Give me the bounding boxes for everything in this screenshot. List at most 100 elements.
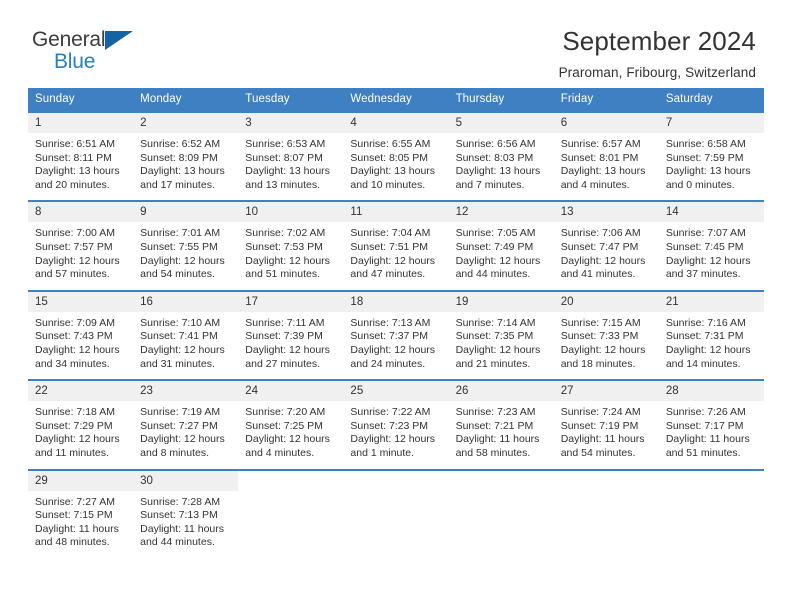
day-sun-info: Sunrise: 7:00 AM Sunset: 7:57 PM Daylight:…: [28, 222, 133, 289]
day-daylight2-text: and 48 minutes.: [35, 536, 110, 549]
calendar-day-cell[interactable]: 13 Sunrise: 7:06 AM Sunset: 7:47 PM Dayligh…: [553, 200, 659, 291]
calendar-cell-empty: [553, 468, 659, 558]
calendar-day-cell[interactable]: 15 Sunrise: 7:09 AM Sunset: 7:43 PM Dayligh…: [28, 289, 134, 381]
page-title: September 2024: [562, 26, 756, 56]
calendar-week-row: 8 Sunrise: 7:00 AM Sunset: 7:57 PM Daylight…: [28, 200, 764, 291]
calendar-day-cell[interactable]: 3 Sunrise: 6:53 AM Sunset: 8:07 PM Daylight…: [238, 110, 344, 202]
calendar-day-cell[interactable]: 24 Sunrise: 7:20 AM Sunset: 7:25 PM Dayligh…: [238, 379, 344, 470]
day-sunrise-text: Sunrise: 7:10 AM: [140, 316, 221, 329]
calendar-day-cell[interactable]: 7 Sunrise: 6:58 AM Sunset: 7:59 PM Daylight…: [658, 110, 764, 202]
calendar-cell-empty: [448, 468, 554, 558]
calendar-day-cell[interactable]: 10 Sunrise: 7:02 AM Sunset: 7:53 PM Dayligh…: [238, 200, 344, 291]
calendar-day-cell[interactable]: 14 Sunrise: 7:07 AM Sunset: 7:45 PM Dayligh…: [658, 200, 764, 291]
day-daylight2-text: and 14 minutes.: [665, 357, 741, 370]
day-number: 13: [553, 202, 659, 223]
calendar-day-cell[interactable]: 11 Sunrise: 7:04 AM Sunset: 7:51 PM Dayligh…: [343, 200, 449, 291]
day-sunset-text: Sunset: 7:47 PM: [560, 240, 639, 253]
day-sun-info: Sunrise: 7:04 AM Sunset: 7:51 PM Daylight:…: [343, 222, 448, 289]
calendar-day-cell[interactable]: 4 Sunrise: 6:55 AM Sunset: 8:05 PM Daylight…: [343, 110, 449, 202]
weekday-header-tuesday: Tuesday: [238, 88, 344, 112]
day-daylight1-text: Daylight: 12 hours: [665, 343, 751, 356]
day-sun-info: Sunrise: 7:23 AM Sunset: 7:21 PM Daylight:…: [449, 401, 554, 468]
day-sun-info: Sunrise: 7:15 AM Sunset: 7:33 PM Daylight:…: [554, 312, 659, 379]
day-number: 29: [28, 470, 134, 491]
day-number: 7: [658, 113, 764, 133]
calendar-day-cell[interactable]: 28 Sunrise: 7:26 AM Sunset: 7:17 PM Dayligh…: [658, 379, 764, 470]
day-daylight2-text: and 34 minutes.: [35, 357, 110, 370]
calendar-day-cell[interactable]: 1 Sunrise: 6:51 AM Sunset: 8:11 PM Daylight…: [28, 110, 134, 202]
calendar-day-cell[interactable]: 26 Sunrise: 7:23 AM Sunset: 7:21 PM Dayligh…: [448, 379, 554, 470]
day-daylight2-text: and 17 minutes.: [140, 178, 215, 191]
day-sunset-text: Sunset: 7:41 PM: [140, 330, 218, 343]
day-sunrise-text: Sunrise: 7:05 AM: [455, 227, 536, 240]
day-sunset-text: Sunset: 7:23 PM: [350, 419, 429, 432]
day-daylight2-text: and 37 minutes.: [665, 268, 741, 281]
calendar-day-cell[interactable]: 22 Sunrise: 7:18 AM Sunset: 7:29 PM Dayligh…: [28, 379, 134, 470]
calendar-header-row: Sunday Monday Tuesday Wednesday Thursday Frid…: [28, 88, 764, 112]
day-sun-info: [554, 491, 659, 504]
calendar-day-cell[interactable]: 19 Sunrise: 7:14 AM Sunset: 7:35 PM Dayligh…: [448, 289, 554, 381]
calendar-day-cell[interactable]: 16 Sunrise: 7:10 AM Sunset: 7:41 PM Dayligh…: [133, 289, 239, 381]
generalblue-logo[interactable]: General Blue: [32, 26, 162, 72]
calendar-week-row: 15 Sunrise: 7:09 AM Sunset: 7:43 PM Dayligh…: [28, 289, 764, 381]
day-sunset-text: Sunset: 8:03 PM: [455, 151, 534, 164]
day-sunrise-text: Sunrise: 6:52 AM: [140, 138, 221, 150]
calendar-day-cell[interactable]: 21 Sunrise: 7:16 AM Sunset: 7:31 PM Dayligh…: [658, 289, 764, 381]
day-sun-info: Sunrise: 7:26 AM Sunset: 7:17 PM Daylight:…: [659, 401, 764, 468]
day-daylight1-text: Daylight: 13 hours: [35, 165, 120, 178]
day-sunset-text: Sunset: 7:49 PM: [455, 240, 534, 253]
calendar-day-cell[interactable]: 27 Sunrise: 7:24 AM Sunset: 7:19 PM Dayligh…: [553, 379, 659, 470]
calendar-cell-empty: [658, 468, 764, 558]
calendar-day-cell[interactable]: 12 Sunrise: 7:05 AM Sunset: 7:49 PM Dayligh…: [448, 200, 554, 291]
day-daylight2-text: and 41 minutes.: [560, 268, 636, 281]
day-daylight1-text: Daylight: 13 hours: [140, 165, 225, 178]
day-sunrise-text: Sunrise: 7:27 AM: [35, 495, 115, 508]
calendar-day-cell[interactable]: 25 Sunrise: 7:22 AM Sunset: 7:23 PM Dayligh…: [343, 379, 449, 470]
day-daylight1-text: Daylight: 12 hours: [350, 433, 436, 446]
day-number: 18: [343, 291, 449, 312]
day-sunrise-text: Sunrise: 7:07 AM: [665, 227, 746, 240]
calendar-day-cell[interactable]: 30 Sunrise: 7:28 AM Sunset: 7:13 PM Dayligh…: [133, 468, 239, 558]
logo-triangle-icon: [105, 31, 133, 50]
weekday-header-monday: Monday: [133, 88, 239, 112]
calendar-day-cell[interactable]: 20 Sunrise: 7:15 AM Sunset: 7:33 PM Dayligh…: [553, 289, 659, 381]
day-daylight1-text: Daylight: 12 hours: [560, 343, 646, 356]
day-daylight2-text: and 44 minutes.: [455, 268, 531, 281]
calendar-cell-empty: [238, 468, 344, 558]
calendar-day-cell[interactable]: 6 Sunrise: 6:57 AM Sunset: 8:01 PM Daylight…: [553, 110, 659, 202]
day-number: 19: [448, 291, 554, 312]
day-sunset-text: Sunset: 8:09 PM: [140, 151, 218, 164]
day-daylight1-text: Daylight: 13 hours: [350, 165, 436, 178]
day-daylight1-text: Daylight: 13 hours: [455, 165, 541, 178]
day-sun-info: Sunrise: 6:52 AM Sunset: 8:09 PM Daylight:…: [133, 133, 238, 200]
day-sunset-text: Sunset: 7:39 PM: [245, 330, 323, 343]
calendar-day-cell[interactable]: 18 Sunrise: 7:13 AM Sunset: 7:37 PM Dayligh…: [343, 289, 449, 381]
day-daylight1-text: Daylight: 11 hours: [35, 522, 119, 535]
day-sunset-text: Sunset: 7:43 PM: [35, 330, 113, 343]
day-sunset-text: Sunset: 7:29 PM: [35, 419, 113, 432]
calendar-day-cell[interactable]: 9 Sunrise: 7:01 AM Sunset: 7:55 PM Daylight…: [133, 200, 239, 291]
calendar-day-cell[interactable]: 2 Sunrise: 6:52 AM Sunset: 8:09 PM Daylight…: [133, 110, 239, 202]
day-daylight1-text: Daylight: 12 hours: [455, 254, 541, 267]
day-daylight2-text: and 24 minutes.: [350, 357, 426, 370]
day-number: 2: [133, 113, 239, 133]
day-sun-info: Sunrise: 7:20 AM Sunset: 7:25 PM Daylight:…: [238, 401, 343, 468]
day-sunrise-text: Sunrise: 7:11 AM: [245, 316, 325, 329]
day-sunrise-text: Sunrise: 6:58 AM: [665, 138, 746, 150]
calendar-body: 1 Sunrise: 6:51 AM Sunset: 8:11 PM Daylight…: [28, 110, 764, 558]
day-sun-info: Sunrise: 7:06 AM Sunset: 7:47 PM Daylight:…: [554, 222, 659, 289]
day-sunrise-text: Sunrise: 6:51 AM: [35, 138, 115, 150]
day-daylight2-text: and 31 minutes.: [140, 357, 215, 370]
day-daylight1-text: Daylight: 12 hours: [35, 433, 120, 446]
calendar-day-cell[interactable]: 23 Sunrise: 7:19 AM Sunset: 7:27 PM Dayligh…: [133, 379, 239, 470]
day-daylight2-text: and 4 minutes.: [245, 446, 315, 459]
calendar-day-cell[interactable]: 5 Sunrise: 6:56 AM Sunset: 8:03 PM Daylight…: [448, 110, 554, 202]
day-sun-info: Sunrise: 6:55 AM Sunset: 8:05 PM Daylight:…: [343, 133, 448, 200]
day-sun-info: Sunrise: 7:13 AM Sunset: 7:37 PM Daylight:…: [343, 312, 448, 379]
day-sunrise-text: Sunrise: 7:15 AM: [560, 316, 641, 329]
day-daylight2-text: and 54 minutes.: [560, 446, 636, 459]
calendar-day-cell[interactable]: 8 Sunrise: 7:00 AM Sunset: 7:57 PM Daylight…: [28, 200, 134, 291]
day-sunset-text: Sunset: 7:19 PM: [560, 419, 639, 432]
calendar-day-cell[interactable]: 17 Sunrise: 7:11 AM Sunset: 7:39 PM Dayligh…: [238, 289, 344, 381]
calendar-day-cell[interactable]: 29 Sunrise: 7:27 AM Sunset: 7:15 PM Dayligh…: [28, 468, 134, 558]
